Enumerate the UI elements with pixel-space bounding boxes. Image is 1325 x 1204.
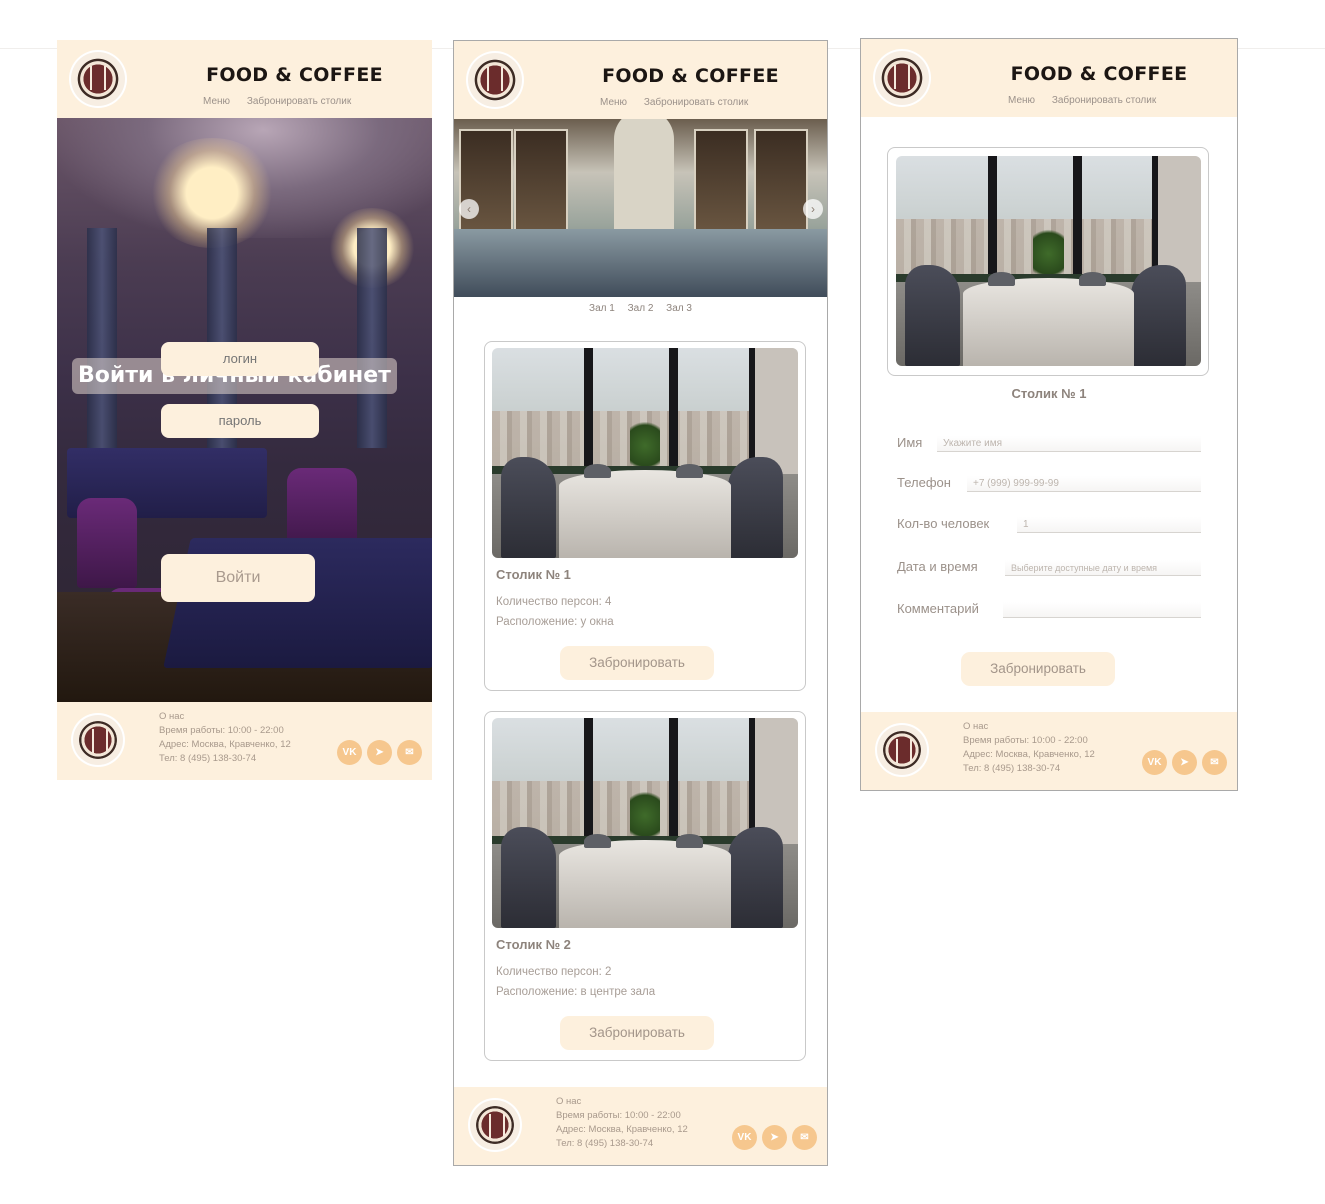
footer-hours: Время работы: 10:00 - 22:00 [159,725,284,736]
table-photo-card [887,147,1209,376]
mail-icon[interactable]: ✉ [1202,750,1227,775]
carousel-next-icon[interactable]: › [803,199,823,219]
mail-icon[interactable]: ✉ [397,740,422,765]
form-row-guests: Кол-во человек 1 [897,513,1201,533]
nav-book-link[interactable]: Забронировать столик [247,96,351,107]
header: FOOD & COFFEE Меню Забронировать столик [57,40,432,118]
footer-logo [71,713,125,767]
book-table-button[interactable]: Забронировать [560,646,714,680]
table-location: Расположение: в центре зала [496,986,656,998]
nav: Меню Забронировать столик [203,96,365,107]
comment-label: Комментарий [897,601,979,616]
restaurant-logo[interactable] [69,50,127,108]
telegram-icon[interactable]: ➤ [762,1125,787,1150]
vk-icon[interactable]: VK [337,740,362,765]
table-title: Столик № 2 [496,937,571,952]
table-photo [896,156,1201,366]
nav-menu-link[interactable]: Меню [600,97,627,108]
footer-about[interactable]: О нас [963,720,1095,734]
footer-hours: Время работы: 10:00 - 22:00 [963,735,1088,746]
form-row-name: Имя Укажите имя [897,432,1201,452]
telegram-icon[interactable]: ➤ [1172,750,1197,775]
footer-info: О нас Время работы: 10:00 - 22:00 Адрес:… [963,720,1095,776]
header: FOOD & COFFEE Меню Забронировать столик [454,41,827,119]
mail-icon[interactable]: ✉ [792,1125,817,1150]
hall-carousel: ‹ › [454,119,827,297]
footer: О нас Время работы: 10:00 - 22:00 Адрес:… [861,712,1237,790]
hero-image: Войти в личный кабинет Войти [57,118,432,702]
form-row-phone: Телефон +7 (999) 999-99-99 [897,472,1201,492]
restaurant-logo[interactable] [466,51,524,109]
tables-screen: FOOD & COFFEE Меню Забронировать столик … [453,40,828,1166]
footer: О нас Время работы: 10:00 - 22:00 Адрес:… [57,702,432,780]
footer-address: Адрес: Москва, Кравченко, 12 [963,749,1095,760]
login-button[interactable]: Войти [161,554,315,602]
password-input[interactable] [161,404,319,438]
footer-address: Адрес: Москва, Кравченко, 12 [556,1124,688,1135]
hall-tab-3[interactable]: Зал 3 [666,303,692,314]
header: FOOD & COFFEE Меню Забронировать столик [861,39,1237,117]
form-row-datetime: Дата и время Выберите доступные дату и в… [897,556,1201,576]
brand-title: FOOD & COFFEE [1010,63,1188,85]
phone-input[interactable]: +7 (999) 999-99-99 [967,476,1201,492]
nav: Меню Забронировать столик [1008,95,1170,106]
comment-input[interactable] [1003,602,1201,618]
vk-icon[interactable]: VK [732,1125,757,1150]
footer: О нас Время работы: 10:00 - 22:00 Адрес:… [454,1087,827,1165]
nav-menu-link[interactable]: Меню [203,96,230,107]
social-links: VK ➤ ✉ [337,740,422,765]
nav: Меню Забронировать столик [600,97,762,108]
footer-about[interactable]: О нас [556,1095,688,1109]
nav-menu-link[interactable]: Меню [1008,95,1035,106]
footer-about[interactable]: О нас [159,710,291,724]
table-location: Расположение: у окна [496,616,614,628]
login-screen: FOOD & COFFEE Меню Забронировать столик … [57,40,432,780]
footer-info: О нас Время работы: 10:00 - 22:00 Адрес:… [556,1095,688,1151]
footer-logo [468,1098,522,1152]
vk-icon[interactable]: VK [1142,750,1167,775]
booking-screen: FOOD & COFFEE Меню Забронировать столик … [860,38,1238,791]
form-row-comment: Комментарий [897,598,1201,618]
restaurant-logo[interactable] [873,49,931,107]
booking-table-title: Столик № 1 [1011,386,1087,401]
footer-address: Адрес: Москва, Кравченко, 12 [159,739,291,750]
book-table-button[interactable]: Забронировать [560,1016,714,1050]
hall-tab-1[interactable]: Зал 1 [589,303,615,314]
table-card: Столик № 2 Количество персон: 2 Располож… [484,711,806,1061]
phone-label: Телефон [897,475,951,490]
datetime-input[interactable]: Выберите доступные дату и время [1005,560,1201,576]
telegram-icon[interactable]: ➤ [367,740,392,765]
brand-title: FOOD & COFFEE [602,65,779,87]
table-card: Столик № 1 Количество персон: 4 Располож… [484,341,806,691]
footer-hours: Время работы: 10:00 - 22:00 [556,1110,681,1121]
table-persons: Количество персон: 4 [496,596,612,608]
name-label: Имя [897,435,923,450]
brand-title: FOOD & COFFEE [206,64,383,86]
datetime-label: Дата и время [897,559,978,574]
social-links: VK ➤ ✉ [1142,750,1227,775]
footer-phone: Тел: 8 (495) 138-30-74 [963,763,1061,774]
hall-tab-2[interactable]: Зал 2 [628,303,654,314]
social-links: VK ➤ ✉ [732,1125,817,1150]
footer-phone: Тел: 8 (495) 138-30-74 [556,1138,654,1149]
hall-tabs: Зал 1 Зал 2 Зал 3 [454,303,827,314]
footer-info: О нас Время работы: 10:00 - 22:00 Адрес:… [159,710,291,766]
table-title: Столик № 1 [496,567,571,582]
table-photo [492,348,798,558]
table-photo [492,718,798,928]
nav-book-link[interactable]: Забронировать столик [644,97,748,108]
carousel-prev-icon[interactable]: ‹ [459,199,479,219]
submit-booking-button[interactable]: Забронировать [961,652,1115,686]
name-input[interactable]: Укажите имя [937,436,1201,452]
footer-phone: Тел: 8 (495) 138-30-74 [159,753,257,764]
table-persons: Количество персон: 2 [496,966,612,978]
login-input[interactable] [161,342,319,376]
footer-logo [875,723,929,777]
guests-input[interactable]: 1 [1017,517,1201,533]
nav-book-link[interactable]: Забронировать столик [1052,95,1156,106]
guests-label: Кол-во человек [897,516,990,531]
